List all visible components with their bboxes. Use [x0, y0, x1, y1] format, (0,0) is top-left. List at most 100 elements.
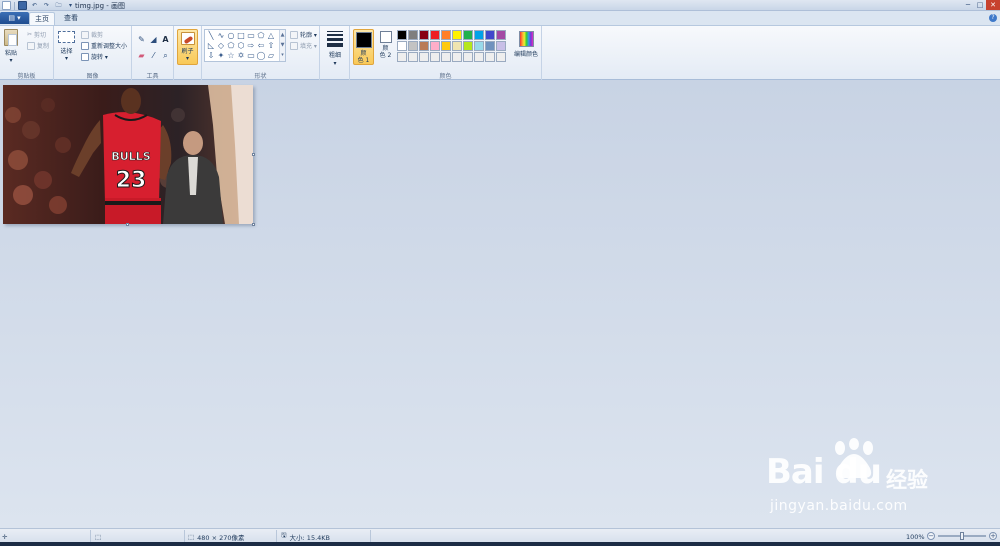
shape-tool[interactable]: ▭ [246, 51, 256, 61]
shape-tool[interactable]: ☆ [226, 51, 236, 61]
cursor-position: ✛ [2, 531, 7, 542]
shape-tool[interactable]: ⬠ [256, 31, 266, 41]
palette-color-swatch[interactable] [496, 41, 506, 51]
palette-color-swatch[interactable] [452, 30, 462, 40]
palette-color-swatch[interactable] [463, 41, 473, 51]
resize-handle-bottom[interactable] [126, 223, 129, 226]
clipboard-icon [4, 29, 18, 46]
palette-color-swatch[interactable] [463, 52, 473, 62]
palette-color-swatch[interactable] [397, 52, 407, 62]
shape-tool[interactable]: △ [266, 31, 276, 41]
palette-color-swatch[interactable] [419, 52, 429, 62]
palette-color-swatch[interactable] [397, 41, 407, 51]
shape-tool[interactable]: ∿ [216, 31, 226, 41]
image-dimensions: ⬚ 480 × 270像素 [188, 532, 245, 542]
resize-handle-right[interactable] [252, 153, 255, 156]
maximize-button[interactable]: □ [974, 0, 986, 10]
palette-color-swatch[interactable] [397, 30, 407, 40]
shapes-group-label: 形状 [254, 73, 267, 80]
shape-tool[interactable]: ⬡ [236, 41, 246, 51]
shape-tool[interactable]: ⇧ [266, 41, 276, 51]
tab-home[interactable]: 主页 [29, 12, 55, 25]
palette-color-swatch[interactable] [463, 30, 473, 40]
copy-button[interactable]: 复制 [27, 41, 49, 50]
shape-tool[interactable]: ⬠ [226, 41, 236, 51]
palette-color-swatch[interactable] [441, 41, 451, 51]
selection-size: ⬚ [95, 531, 101, 542]
rotate-button[interactable]: 旋转 ▾ [81, 52, 108, 61]
palette-color-swatch[interactable] [485, 41, 495, 51]
shape-tool[interactable]: ✦ [216, 51, 226, 61]
palette-color-swatch[interactable] [474, 30, 484, 40]
basketball-photo: BULLS 23 [3, 85, 253, 224]
crosshair-icon: ✛ [2, 532, 8, 541]
palette-color-swatch[interactable] [452, 41, 462, 51]
shape-tool[interactable]: ⇨ [246, 41, 256, 51]
close-button[interactable]: ✕ [986, 0, 1000, 10]
eraser-icon[interactable]: ▰ [136, 50, 147, 61]
watermark-brand: 经验 [886, 468, 928, 492]
shape-tool[interactable]: ◯ [256, 51, 266, 61]
palette-color-swatch[interactable] [496, 30, 506, 40]
palette-color-swatch[interactable] [485, 30, 495, 40]
folder-icon[interactable]: 🗀 [54, 1, 63, 10]
palette-color-swatch[interactable] [430, 52, 440, 62]
palette-color-swatch[interactable] [441, 30, 451, 40]
shape-tool[interactable]: ╲ [206, 31, 216, 41]
color-picker-icon[interactable]: ⁄ [148, 50, 159, 61]
text-icon[interactable]: A [160, 34, 171, 45]
shape-tool[interactable]: ⇩ [206, 51, 216, 61]
palette-color-swatch[interactable] [408, 30, 418, 40]
fill-bucket-icon[interactable]: ◢ [148, 34, 159, 45]
palette-color-swatch[interactable] [408, 41, 418, 51]
palette-color-swatch[interactable] [430, 30, 440, 40]
shape-tool[interactable]: ⇦ [256, 41, 266, 51]
pencil-icon[interactable]: ✎ [136, 34, 147, 45]
minimize-button[interactable]: ─ [962, 0, 974, 10]
shape-tool[interactable]: ▭ [246, 31, 256, 41]
outline-button[interactable]: 轮廓 ▾ [290, 30, 317, 39]
shapes-scroll[interactable]: ▲ ▼ ▾ [279, 30, 285, 61]
paint-app-icon[interactable] [2, 1, 11, 10]
zoom-out-button[interactable]: − [927, 532, 935, 540]
redo-icon[interactable]: ↷ [42, 1, 51, 10]
color1-button[interactable]: 颜 色 1 [353, 29, 374, 65]
palette-color-swatch[interactable] [496, 52, 506, 62]
shape-tool[interactable]: ○ [226, 31, 236, 41]
magnifier-icon[interactable]: ⌕ [160, 50, 171, 61]
image-canvas[interactable]: BULLS 23 [3, 85, 253, 224]
palette-color-swatch[interactable] [419, 30, 429, 40]
palette-color-swatch[interactable] [474, 41, 484, 51]
palette-color-swatch[interactable] [474, 52, 484, 62]
resize-handle-corner[interactable] [252, 223, 255, 226]
zoom-in-button[interactable]: + [989, 532, 997, 540]
cut-button[interactable]: ✂ 剪切 [27, 30, 46, 39]
palette-color-swatch[interactable] [485, 52, 495, 62]
palette-color-swatch[interactable] [441, 52, 451, 62]
shape-tool[interactable]: ◺ [206, 41, 216, 51]
select-button[interactable]: 选择 ▾ [58, 31, 75, 62]
color2-button[interactable]: 颜 色 2 [375, 29, 396, 65]
paint-menu-button[interactable]: ▤ ▾ [0, 12, 29, 24]
shape-tool[interactable]: ▱ [266, 51, 276, 61]
select-icon [58, 31, 75, 43]
shape-tool[interactable]: ◇ [216, 41, 226, 51]
resize-button[interactable]: 重新调整大小 [81, 41, 127, 50]
undo-icon[interactable]: ↶ [30, 1, 39, 10]
paste-button[interactable]: 粘贴 ▾ [4, 29, 18, 64]
palette-color-swatch[interactable] [452, 52, 462, 62]
rainbow-icon [518, 31, 534, 47]
zoom-slider-thumb[interactable] [960, 532, 964, 540]
fill-button[interactable]: 填充 ▾ [290, 41, 317, 50]
shape-tool[interactable]: □ [236, 31, 246, 41]
palette-color-swatch[interactable] [408, 52, 418, 62]
save-icon[interactable] [18, 1, 27, 10]
tab-view[interactable]: 查看 [58, 12, 84, 25]
shape-tool[interactable]: ✡ [236, 51, 246, 61]
customize-toolbar-button[interactable]: ▾ [66, 1, 75, 10]
edit-colors-button[interactable]: 编辑颜色 [512, 29, 540, 65]
help-icon[interactable]: ? [989, 14, 997, 22]
palette-color-swatch[interactable] [430, 41, 440, 51]
palette-color-swatch[interactable] [419, 41, 429, 51]
crop-button[interactable]: 裁剪 [81, 30, 103, 39]
